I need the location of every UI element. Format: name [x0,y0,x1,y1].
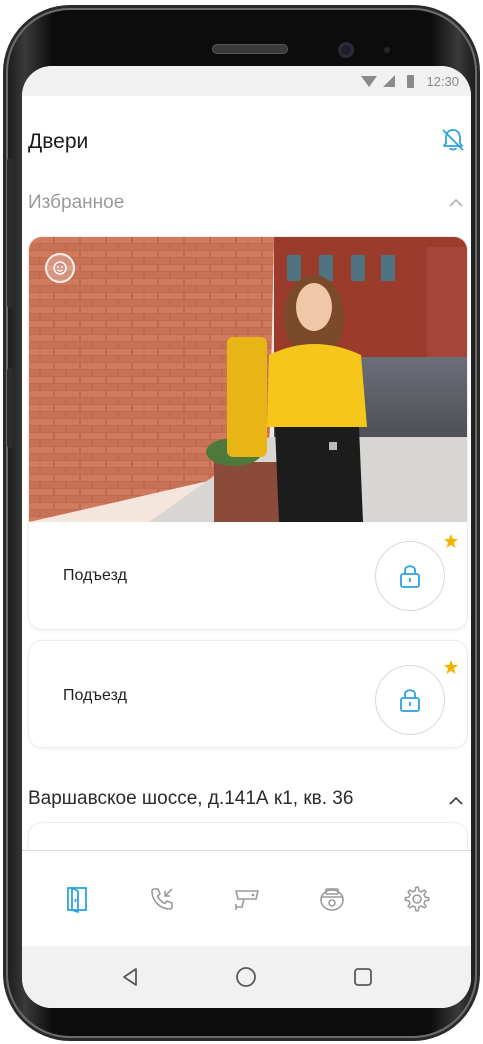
settings-gear-icon [404,885,430,911]
system-home-button[interactable] [231,962,261,992]
system-recents-button[interactable] [348,962,378,992]
favorite-star-icon[interactable] [443,533,459,549]
system-back-button[interactable] [115,962,145,992]
door-name: Подъезд [63,567,127,584]
app-screen: 12:30 Двери Избранное Подъезд Подъезд Ва… [22,66,471,1008]
face-recognition-icon [45,253,75,283]
app-header: Двери [22,96,471,180]
nav-doors[interactable] [55,877,99,921]
volume-button [7,158,13,308]
camera-snapshot[interactable] [29,237,467,522]
front-camera [338,42,354,58]
battery-icon [407,74,415,88]
chevron-up-icon[interactable] [449,198,463,208]
door-card-camera[interactable]: Подъезд [28,236,468,630]
door-card[interactable]: Подъезд [28,640,468,748]
nav-call-log[interactable] [140,877,184,921]
section-title: Избранное [28,192,125,213]
nav-intercom[interactable] [310,877,354,921]
signal-icon [383,75,396,87]
notifications-off-icon[interactable] [439,126,467,154]
intercom-icon [319,887,344,911]
system-navigation-bar [22,946,471,1008]
proximity-sensor [384,47,390,53]
chevron-up-icon[interactable] [449,796,463,806]
address-title: Варшавское шоссе, д.141А к1, кв. 36 [28,788,354,809]
favorites-section-header[interactable]: Избранное [22,180,471,222]
status-bar: 12:30 [22,66,471,96]
power-button [7,368,13,448]
earpiece-speaker [212,44,288,54]
page-title: Двери [28,130,89,153]
snapshot-image [29,237,467,522]
unlock-button[interactable] [375,541,445,611]
bottom-navigation [22,850,471,946]
home-circle-icon [236,967,257,987]
lock-icon [400,565,420,588]
nav-cameras[interactable] [225,877,269,921]
wifi-icon [361,75,378,87]
recents-square-icon [353,968,372,986]
back-triangle-icon [123,968,138,986]
door-icon [66,886,87,913]
lock-icon [400,689,420,712]
call-log-icon [150,887,173,910]
address-section-header[interactable]: Варшавское шоссе, д.141А к1, кв. 36 [22,780,471,820]
favorite-star-icon[interactable] [443,659,459,675]
unlock-button[interactable] [375,665,445,735]
door-name: Подъезд [63,687,127,704]
status-time: 12:30 [426,73,459,89]
nav-settings[interactable] [395,877,439,921]
camera-icon [234,889,259,910]
